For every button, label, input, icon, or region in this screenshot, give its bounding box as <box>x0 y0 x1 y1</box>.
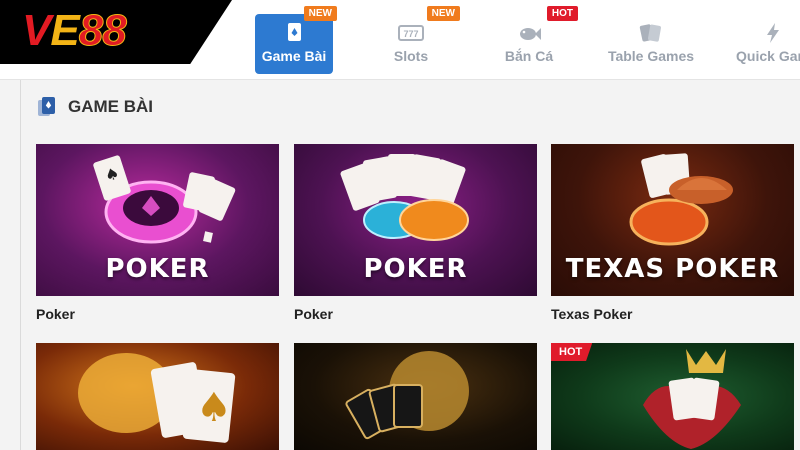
hot-tag: HOT <box>551 343 593 361</box>
game-card[interactable]: POKER Poker <box>294 144 537 322</box>
new-badge: NEW <box>426 6 460 21</box>
section-title: GAME BÀI <box>68 97 153 116</box>
crown-cards-illustration <box>643 349 741 449</box>
nav-item-label: Bắn Cá <box>504 48 554 64</box>
fish-icon <box>520 28 541 40</box>
top-navigation-bar: VE88 NEW Game Bài NEW 777 Slots HOT Bắn … <box>0 0 800 80</box>
game-caption[interactable]: Poker <box>36 306 279 322</box>
game-card[interactable]: HOT <box>551 343 794 450</box>
game-card[interactable]: ♠ POKER Poker <box>36 144 279 322</box>
brand-logo[interactable]: VE88 <box>0 0 232 64</box>
game-art-title: POKER <box>363 254 468 284</box>
game-card[interactable] <box>294 343 537 450</box>
game-caption[interactable]: Poker <box>294 306 537 322</box>
game-caption[interactable]: Texas Poker <box>551 306 794 322</box>
nav-item-quick-games[interactable]: Quick Gam <box>728 14 800 74</box>
nav-item-label: Slots <box>393 48 429 64</box>
nav-item-slots[interactable]: NEW 777 Slots <box>366 6 460 74</box>
lightning-icon <box>767 23 779 43</box>
game-art-title: TEXAS POKER <box>565 254 780 284</box>
svg-text:♠: ♠ <box>196 385 232 431</box>
game-card[interactable]: TEXAS POKER Texas Poker <box>551 144 794 322</box>
nav-item-ban-ca[interactable]: HOT Bắn Cá <box>484 6 578 74</box>
nav-item-table-games[interactable]: Table Games <box>606 14 696 74</box>
nav-item-label: Quick Gam <box>736 48 800 64</box>
cards-icon <box>288 23 301 41</box>
new-badge: NEW <box>303 6 337 21</box>
game-thumbnail[interactable] <box>294 343 537 450</box>
dragon-cards-illustration: ♠ <box>78 353 236 443</box>
game-card[interactable]: ♠ <box>36 343 279 450</box>
gold-dragon-illustration <box>345 351 469 440</box>
logo-wordmark: VE88 <box>22 6 127 56</box>
nav-item-label: Game Bài <box>261 48 327 64</box>
game-thumbnail[interactable]: ♠ <box>36 343 279 450</box>
hot-badge: HOT <box>546 6 578 21</box>
content-divider <box>20 80 21 450</box>
game-art-title: POKER <box>105 254 210 284</box>
section-header: GAME BÀI <box>36 94 153 120</box>
svg-text:777: 777 <box>403 29 418 39</box>
table-cards-icon <box>639 24 661 42</box>
game-thumbnail[interactable]: HOT <box>551 343 794 450</box>
game-thumbnail[interactable]: TEXAS POKER <box>551 144 794 296</box>
slot-machine-icon: 777 <box>398 25 424 41</box>
game-thumbnail[interactable]: ♠ POKER <box>36 144 279 296</box>
cards-icon <box>38 97 55 116</box>
nav-item-game-bai[interactable]: NEW Game Bài <box>255 6 337 74</box>
game-thumbnail[interactable]: POKER <box>294 144 537 296</box>
nav-item-label: Table Games <box>607 48 695 64</box>
